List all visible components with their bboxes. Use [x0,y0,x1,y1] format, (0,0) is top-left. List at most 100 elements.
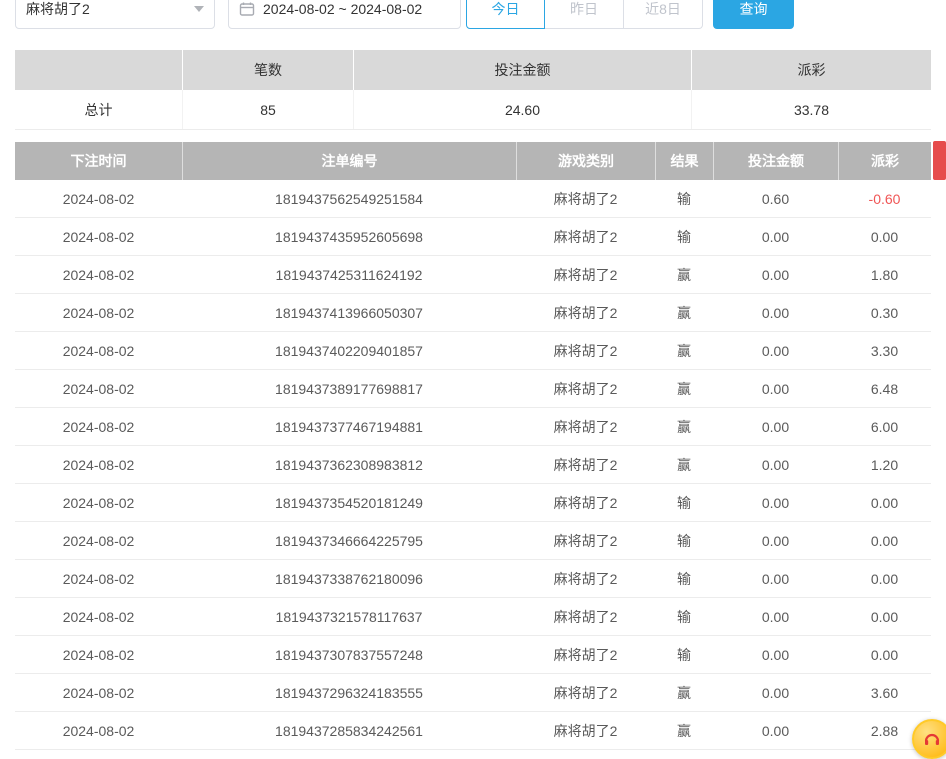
result-cell: 赢 [655,712,713,749]
quick-filter-yesterday[interactable]: 昨日 [545,0,624,29]
bet-amount-cell: 0.00 [713,598,838,635]
quick-filter-last8days[interactable]: 近8日 [624,0,703,29]
result-cell: 赢 [655,446,713,483]
order-number-cell: 1819437285834242561 [182,712,516,749]
scrollbar-thumb[interactable] [933,141,946,180]
table-row: 2024-08-02 1819437285834242561 麻将胡了2 赢 0… [15,712,931,750]
game-type-cell: 麻将胡了2 [516,256,655,293]
table-row: 2024-08-02 1819437362308983812 麻将胡了2 赢 0… [15,446,931,484]
order-number-cell: 1819437346664225795 [182,522,516,559]
bet-time-cell: 2024-08-02 [15,256,182,293]
headset-icon [922,729,942,749]
summary-table: 笔数 投注金额 派彩 总计 85 24.60 33.78 [15,50,931,130]
bet-time-cell: 2024-08-02 [15,560,182,597]
summary-total-payout: 33.78 [691,90,931,129]
table-row: 2024-08-02 1819437435952605698 麻将胡了2 输 0… [15,218,931,256]
bet-time-cell: 2024-08-02 [15,332,182,369]
game-type-cell: 麻将胡了2 [516,218,655,255]
bet-amount-cell: 0.00 [713,522,838,559]
payout-cell: 0.00 [838,598,931,635]
order-number-cell: 1819437413966050307 [182,294,516,331]
bet-amount-cell: 0.00 [713,636,838,673]
table-row: 2024-08-02 1819437338762180096 麻将胡了2 输 0… [15,560,931,598]
bet-amount-cell: 0.00 [713,408,838,445]
payout-cell: 0.00 [838,484,931,521]
summary-total-bet-amount: 24.60 [353,90,691,129]
bet-amount-cell: 0.00 [713,712,838,749]
bet-time-cell: 2024-08-02 [15,522,182,559]
date-range-value: 2024-08-02 ~ 2024-08-02 [263,1,422,17]
floating-support-button[interactable] [912,719,946,759]
order-number-cell: 1819437321578117637 [182,598,516,635]
bet-time-cell: 2024-08-02 [15,636,182,673]
table-row: 2024-08-02 1819437402209401857 麻将胡了2 赢 0… [15,332,931,370]
bet-amount-cell: 0.00 [713,370,838,407]
table-row: 2024-08-02 1819437354520181249 麻将胡了2 输 0… [15,484,931,522]
bet-amount-cell: 0.00 [713,484,838,521]
payout-cell: 0.30 [838,294,931,331]
result-cell: 输 [655,560,713,597]
order-number-cell: 1819437296324183555 [182,674,516,711]
summary-header-count: 笔数 [182,50,353,90]
header-game-type: 游戏类别 [516,142,655,180]
bet-time-cell: 2024-08-02 [15,294,182,331]
header-order-number: 注单编号 [182,142,516,180]
result-cell: 输 [655,218,713,255]
quick-filter-group: 今日 昨日 近8日 [466,0,703,29]
game-type-cell: 麻将胡了2 [516,484,655,521]
order-number-cell: 1819437425311624192 [182,256,516,293]
game-type-cell: 麻将胡了2 [516,598,655,635]
payout-cell: 3.60 [838,674,931,711]
summary-header-row: 笔数 投注金额 派彩 [15,50,931,90]
payout-cell: 0.00 [838,636,931,673]
payout-cell: 6.00 [838,408,931,445]
summary-total-row: 总计 85 24.60 33.78 [15,90,931,130]
order-number-cell: 1819437307837557248 [182,636,516,673]
filter-toolbar: 麻将胡了2 2024-08-02 ~ 2024-08-02 今日 昨日 近8日 … [0,0,946,30]
payout-cell: -0.60 [838,180,931,217]
game-type-cell: 麻将胡了2 [516,294,655,331]
game-select-value: 麻将胡了2 [26,0,90,19]
bet-amount-cell: 0.00 [713,446,838,483]
result-cell: 赢 [655,332,713,369]
game-type-cell: 麻将胡了2 [516,446,655,483]
result-cell: 赢 [655,294,713,331]
bet-amount-cell: 0.00 [713,218,838,255]
query-button[interactable]: 查询 [713,0,794,29]
table-row: 2024-08-02 1819437296324183555 麻将胡了2 赢 0… [15,674,931,712]
game-type-cell: 麻将胡了2 [516,332,655,369]
bet-amount-cell: 0.00 [713,294,838,331]
result-cell: 输 [655,180,713,217]
result-cell: 输 [655,636,713,673]
chevron-down-icon [194,6,204,12]
header-bet-amount: 投注金额 [713,142,838,180]
bet-amount-cell: 0.60 [713,180,838,217]
game-type-cell: 麻将胡了2 [516,712,655,749]
table-row: 2024-08-02 1819437377467194881 麻将胡了2 赢 0… [15,408,931,446]
header-result: 结果 [655,142,713,180]
result-cell: 赢 [655,370,713,407]
table-row: 2024-08-02 1819437562549251584 麻将胡了2 输 0… [15,180,931,218]
game-type-cell: 麻将胡了2 [516,560,655,597]
payout-cell: 0.00 [838,522,931,559]
order-number-cell: 1819437562549251584 [182,180,516,217]
order-number-cell: 1819437362308983812 [182,446,516,483]
bet-time-cell: 2024-08-02 [15,674,182,711]
game-type-cell: 麻将胡了2 [516,370,655,407]
result-cell: 输 [655,484,713,521]
result-cell: 赢 [655,674,713,711]
game-select[interactable]: 麻将胡了2 [15,0,215,29]
payout-cell: 6.48 [838,370,931,407]
table-row: 2024-08-02 1819437413966050307 麻将胡了2 赢 0… [15,294,931,332]
payout-cell: 0.00 [838,560,931,597]
order-number-cell: 1819437354520181249 [182,484,516,521]
game-type-cell: 麻将胡了2 [516,674,655,711]
bet-time-cell: 2024-08-02 [15,370,182,407]
bet-time-cell: 2024-08-02 [15,408,182,445]
bet-time-cell: 2024-08-02 [15,484,182,521]
header-bet-time: 下注时间 [15,142,182,180]
quick-filter-today[interactable]: 今日 [466,0,545,29]
records-header-row: 下注时间 注单编号 游戏类别 结果 投注金额 派彩 [15,142,931,180]
table-row: 2024-08-02 1819437389177698817 麻将胡了2 赢 0… [15,370,931,408]
date-range-picker[interactable]: 2024-08-02 ~ 2024-08-02 [228,0,461,29]
